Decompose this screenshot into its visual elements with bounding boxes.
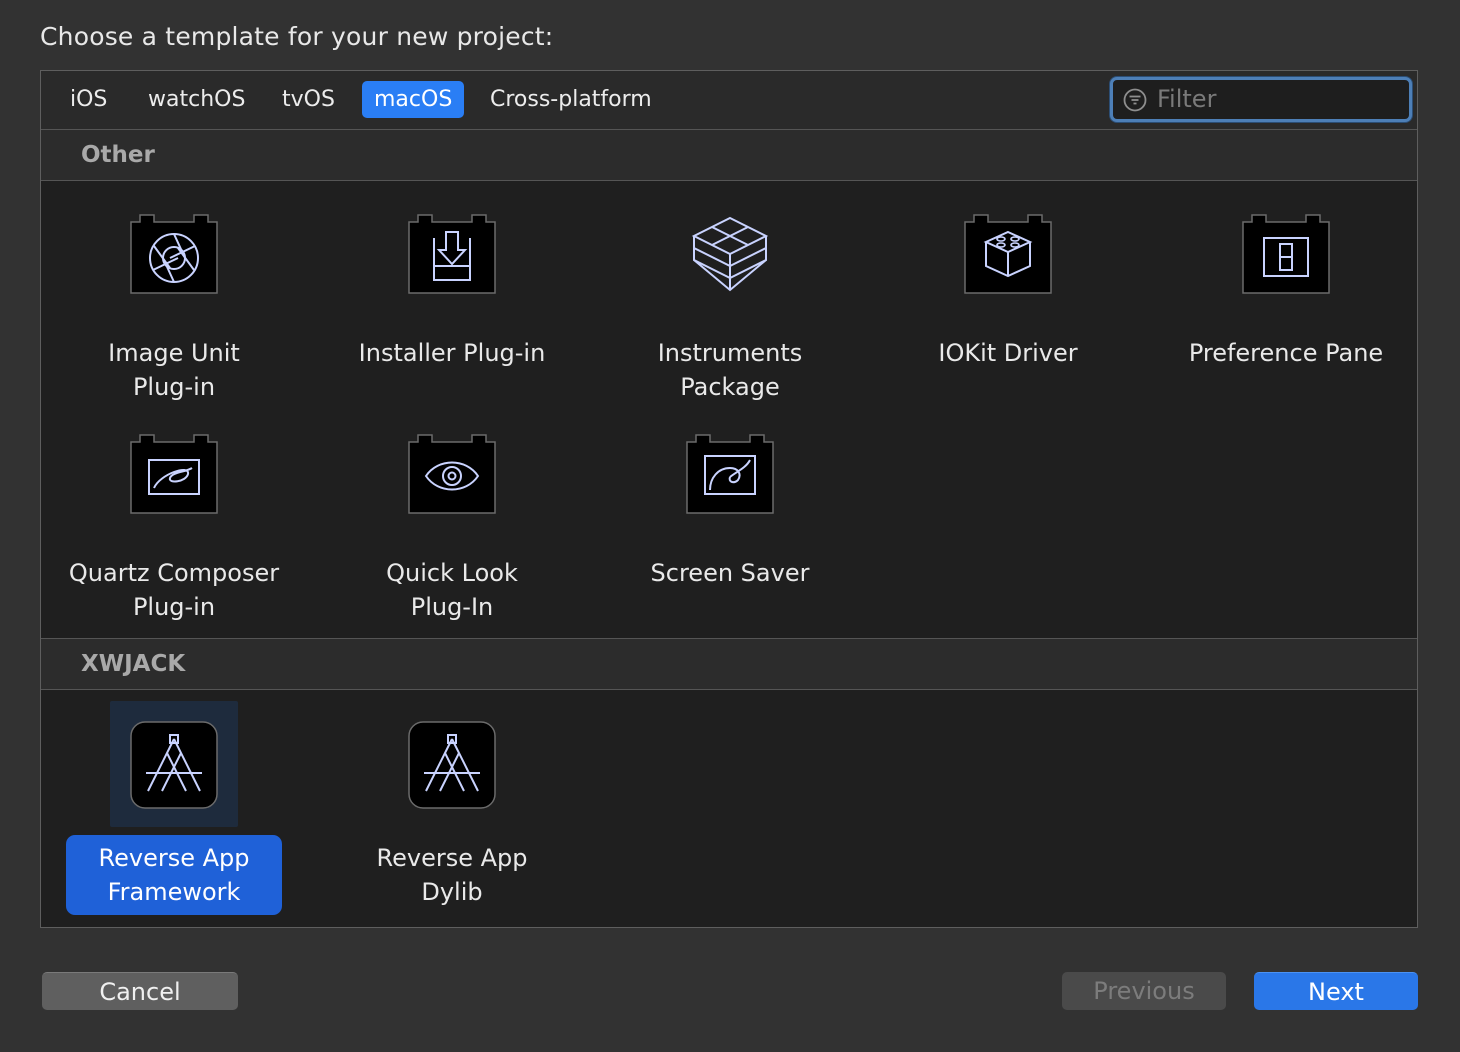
tab-macos[interactable]: macOS <box>362 81 465 118</box>
filter-placeholder: Filter <box>1157 85 1217 113</box>
aperture-icon <box>130 214 218 294</box>
template-chooser-panel: iOS watchOS tvOS macOS Cross-platform Fi… <box>40 70 1418 928</box>
dialog-title: Choose a template for your new project: <box>40 22 554 51</box>
template-screen-saver[interactable]: Screen Saver <box>605 422 855 594</box>
template-label: Reverse App Dylib <box>376 844 528 906</box>
section-header-other: Other <box>41 130 1417 181</box>
tab-cross-platform[interactable]: Cross-platform <box>478 81 664 118</box>
cancel-button[interactable]: Cancel <box>42 972 238 1010</box>
quartz-icon <box>130 434 218 514</box>
template-label: Image Unit Plug-in <box>108 339 240 401</box>
template-instruments-package[interactable]: Instruments Package <box>605 202 855 408</box>
template-label: Quick Look Plug-In <box>386 559 518 621</box>
lego-block-icon <box>964 214 1052 294</box>
app-store-icon <box>408 721 496 809</box>
template-reverse-app-dylib[interactable]: Reverse App Dylib <box>327 701 577 913</box>
template-label: Quartz Composer Plug-in <box>68 559 280 621</box>
spiral-icon <box>686 434 774 514</box>
template-label: Preference Pane <box>1188 339 1384 367</box>
template-reverse-app-framework[interactable]: Reverse App Framework <box>49 701 299 915</box>
template-image-unit-plugin[interactable]: Image Unit Plug-in <box>49 202 299 408</box>
selected-icon-highlight <box>110 701 238 827</box>
template-label: Instruments Package <box>657 339 803 401</box>
template-quick-look-plugin[interactable]: Quick Look Plug-In <box>327 422 577 628</box>
tab-watchos[interactable]: watchOS <box>136 81 257 118</box>
eye-icon <box>408 434 496 514</box>
template-quartz-composer-plugin[interactable]: Quartz Composer Plug-in <box>49 422 299 628</box>
section-title: XWJACK <box>81 651 186 677</box>
template-installer-plugin[interactable]: Installer Plug-in <box>327 202 577 374</box>
section-header-xwjack: XWJACK <box>41 638 1417 690</box>
tab-ios[interactable]: iOS <box>58 81 119 118</box>
template-preference-pane[interactable]: Preference Pane <box>1161 202 1411 374</box>
previous-button[interactable]: Previous <box>1062 972 1226 1010</box>
switch-icon <box>1242 214 1330 294</box>
template-label: IOKit Driver <box>938 339 1078 367</box>
next-button[interactable]: Next <box>1254 972 1418 1010</box>
platform-tab-bar: iOS watchOS tvOS macOS Cross-platform Fi… <box>41 71 1417 130</box>
template-iokit-driver[interactable]: IOKit Driver <box>883 202 1133 374</box>
filter-field[interactable]: Filter <box>1110 77 1412 122</box>
filter-icon <box>1123 88 1147 112</box>
stacked-boxes-icon <box>691 216 769 292</box>
app-store-icon <box>130 721 218 809</box>
tab-tvos[interactable]: tvOS <box>270 81 347 118</box>
template-label: Screen Saver <box>650 559 810 587</box>
install-arrow-icon <box>408 214 496 294</box>
template-label: Reverse App Framework <box>66 835 282 915</box>
template-label: Installer Plug-in <box>358 339 546 367</box>
section-title: Other <box>81 142 155 168</box>
